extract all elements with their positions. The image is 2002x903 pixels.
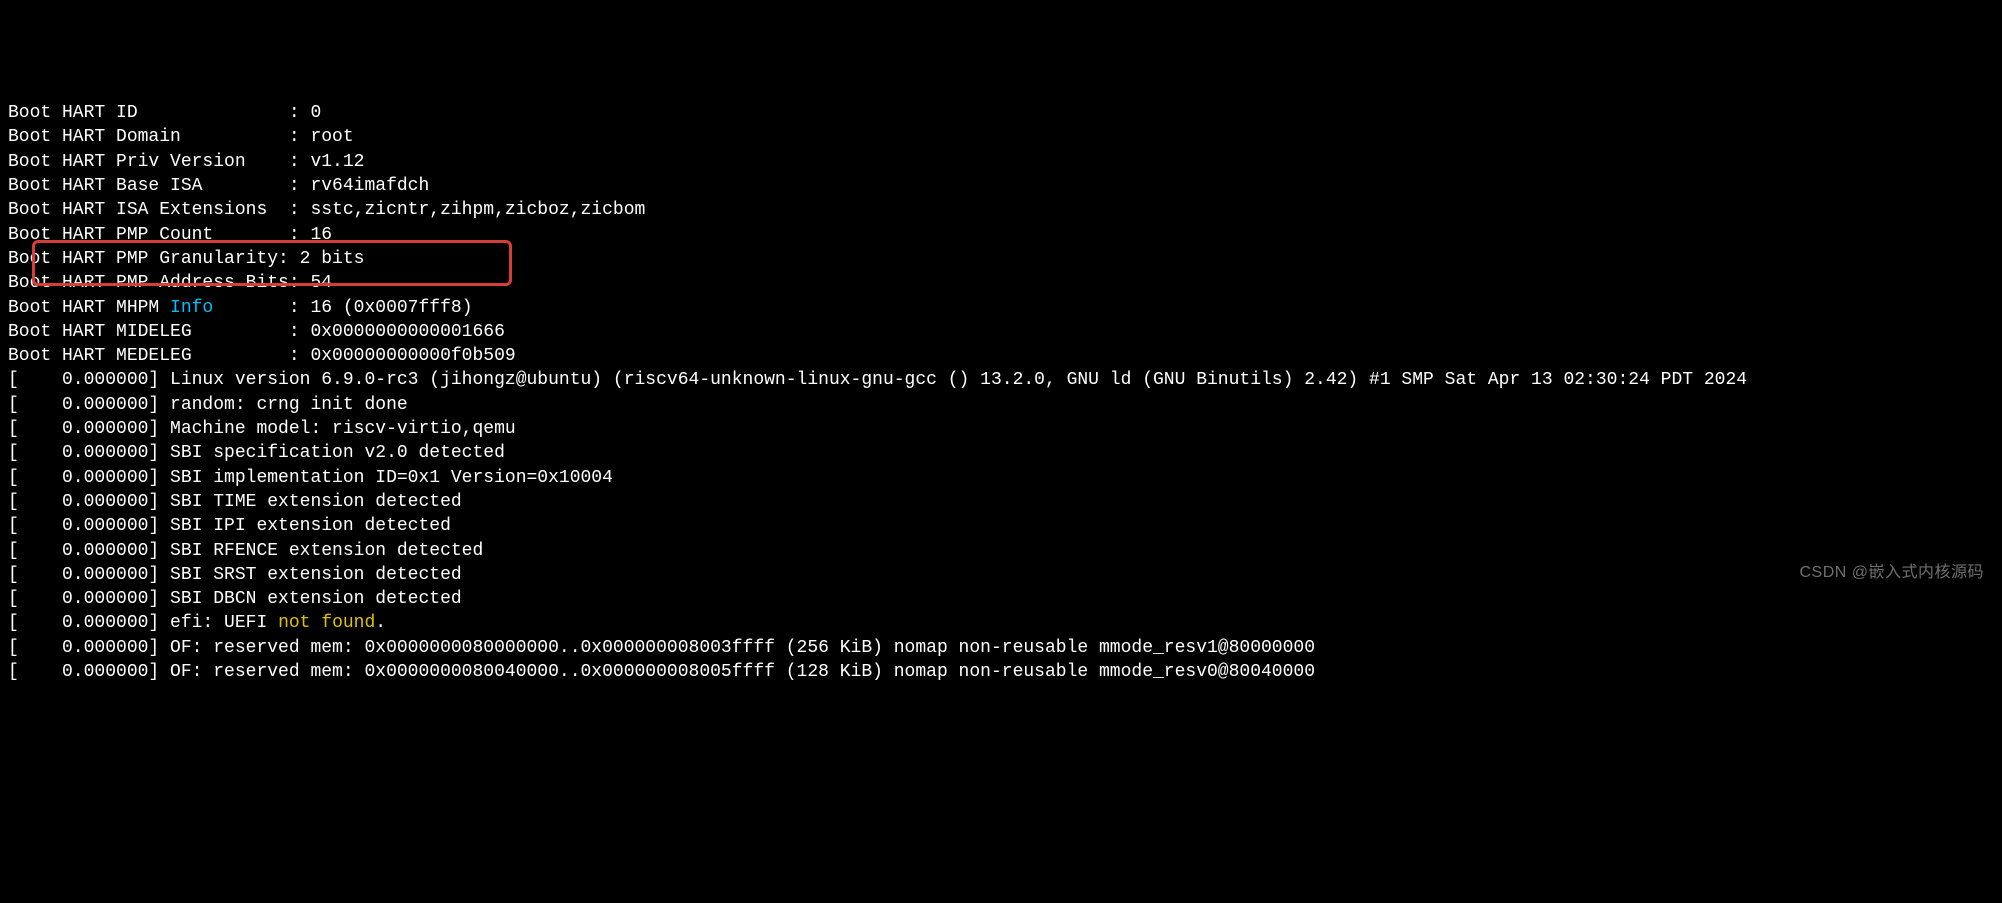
boot-line: Boot HART ISA Extensions : sstc,zicntr,z… [8, 198, 1994, 222]
dmesg-msg: SBI implementation ID=0x1 Version=0x1000… [170, 468, 613, 488]
boot-value: 0x00000000000f0b509 [310, 346, 515, 366]
dmesg-line: [ 0.000000] SBI implementation ID=0x1 Ve… [8, 466, 1994, 490]
boot-value: 0 [310, 103, 321, 123]
boot-line: Boot HART Domain : root [8, 125, 1994, 149]
boot-line: Boot HART MEDELEG : 0x00000000000f0b509 [8, 344, 1994, 368]
boot-label: Boot HART PMP Granularity [8, 249, 278, 269]
boot-line: Boot HART Base ISA : rv64imafdch [8, 174, 1994, 198]
boot-line: Boot HART ID : 0 [8, 101, 1994, 125]
boot-label: Boot HART PMP Count [8, 225, 278, 245]
boot-line: Boot HART Priv Version : v1.12 [8, 150, 1994, 174]
dmesg-msg-post: . [375, 613, 386, 633]
boot-label: Boot HART ISA Extensions [8, 200, 278, 220]
boot-label: Boot HART ID [8, 103, 278, 123]
separator: : [278, 152, 310, 172]
dmesg-line: [ 0.000000] SBI specification v2.0 detec… [8, 441, 1994, 465]
dmesg-line: [ 0.000000] random: crng init done [8, 393, 1994, 417]
dmesg-msg: random: crng init done [170, 395, 408, 415]
boot-value: root [310, 127, 353, 147]
timestamp: [ 0.000000] [8, 638, 170, 658]
boot-label: Boot HART MHPM [8, 298, 170, 318]
boot-value: rv64imafdch [310, 176, 429, 196]
boot-label: Boot HART Priv Version [8, 152, 278, 172]
separator: : [278, 225, 310, 245]
boot-value: 2 bits [300, 249, 365, 269]
boot-label: Boot HART Base ISA [8, 176, 278, 196]
dmesg-msg: OF: reserved mem: 0x0000000080040000..0x… [170, 662, 1315, 682]
timestamp: [ 0.000000] [8, 589, 170, 609]
dmesg-msg: SBI TIME extension detected [170, 492, 462, 512]
timestamp: [ 0.000000] [8, 613, 170, 633]
separator: : [278, 103, 310, 123]
boot-value: 54 [310, 273, 332, 293]
dmesg-line: [ 0.000000] SBI RFENCE extension detecte… [8, 539, 1994, 563]
separator: : [278, 200, 310, 220]
dmesg-line: [ 0.000000] OF: reserved mem: 0x00000000… [8, 660, 1994, 684]
terminal-output: Boot HART ID : 0Boot HART Domain : rootB… [8, 101, 1994, 684]
boot-value: 0x0000000000001666 [310, 322, 504, 342]
warn-text: not found [278, 613, 375, 633]
dmesg-line: [ 0.000000] efi: UEFI not found. [8, 611, 1994, 635]
dmesg-msg-pre: efi: UEFI [170, 613, 278, 633]
separator: : [278, 176, 310, 196]
boot-value: sstc,zicntr,zihpm,zicboz,zicbom [310, 200, 645, 220]
dmesg-msg: SBI RFENCE extension detected [170, 541, 483, 561]
dmesg-msg: SBI IPI extension detected [170, 516, 451, 536]
boot-value: : 16 (0x0007fff8) [213, 298, 472, 318]
boot-line: Boot HART PMP Address Bits: 54 [8, 271, 1994, 295]
timestamp: [ 0.000000] [8, 516, 170, 536]
dmesg-msg: SBI DBCN extension detected [170, 589, 462, 609]
dmesg-msg: Linux version 6.9.0-rc3 (jihongz@ubuntu)… [170, 370, 1747, 390]
separator: : [278, 322, 310, 342]
dmesg-line: [ 0.000000] SBI TIME extension detected [8, 490, 1994, 514]
boot-value: v1.12 [310, 152, 364, 172]
dmesg-line: [ 0.000000] Linux version 6.9.0-rc3 (jih… [8, 368, 1994, 392]
dmesg-line: [ 0.000000] SBI DBCN extension detected [8, 587, 1994, 611]
dmesg-msg: Machine model: riscv-virtio,qemu [170, 419, 516, 439]
dmesg-line: [ 0.000000] OF: reserved mem: 0x00000000… [8, 636, 1994, 660]
separator: : [278, 346, 310, 366]
boot-label: Boot HART PMP Address Bits [8, 273, 289, 293]
timestamp: [ 0.000000] [8, 370, 170, 390]
boot-label: Boot HART Domain [8, 127, 278, 147]
timestamp: [ 0.000000] [8, 395, 170, 415]
boot-value: 16 [310, 225, 332, 245]
timestamp: [ 0.000000] [8, 468, 170, 488]
timestamp: [ 0.000000] [8, 443, 170, 463]
dmesg-line: [ 0.000000] Machine model: riscv-virtio,… [8, 417, 1994, 441]
boot-line: Boot HART MHPM Info : 16 (0x0007fff8) [8, 296, 1994, 320]
timestamp: [ 0.000000] [8, 662, 170, 682]
boot-label: Boot HART MEDELEG [8, 346, 278, 366]
dmesg-line: [ 0.000000] SBI SRST extension detected [8, 563, 1994, 587]
boot-line: Boot HART MIDELEG : 0x0000000000001666 [8, 320, 1994, 344]
timestamp: [ 0.000000] [8, 492, 170, 512]
boot-label: Boot HART MIDELEG [8, 322, 278, 342]
separator: : [289, 273, 311, 293]
separator: : [278, 249, 300, 269]
boot-line: Boot HART PMP Count : 16 [8, 223, 1994, 247]
timestamp: [ 0.000000] [8, 565, 170, 585]
timestamp: [ 0.000000] [8, 541, 170, 561]
dmesg-line: [ 0.000000] SBI IPI extension detected [8, 514, 1994, 538]
dmesg-msg: SBI specification v2.0 detected [170, 443, 505, 463]
timestamp: [ 0.000000] [8, 419, 170, 439]
dmesg-msg: SBI SRST extension detected [170, 565, 462, 585]
info-word: Info [170, 298, 213, 318]
boot-line: Boot HART PMP Granularity: 2 bits [8, 247, 1994, 271]
separator: : [278, 127, 310, 147]
dmesg-msg: OF: reserved mem: 0x0000000080000000..0x… [170, 638, 1315, 658]
